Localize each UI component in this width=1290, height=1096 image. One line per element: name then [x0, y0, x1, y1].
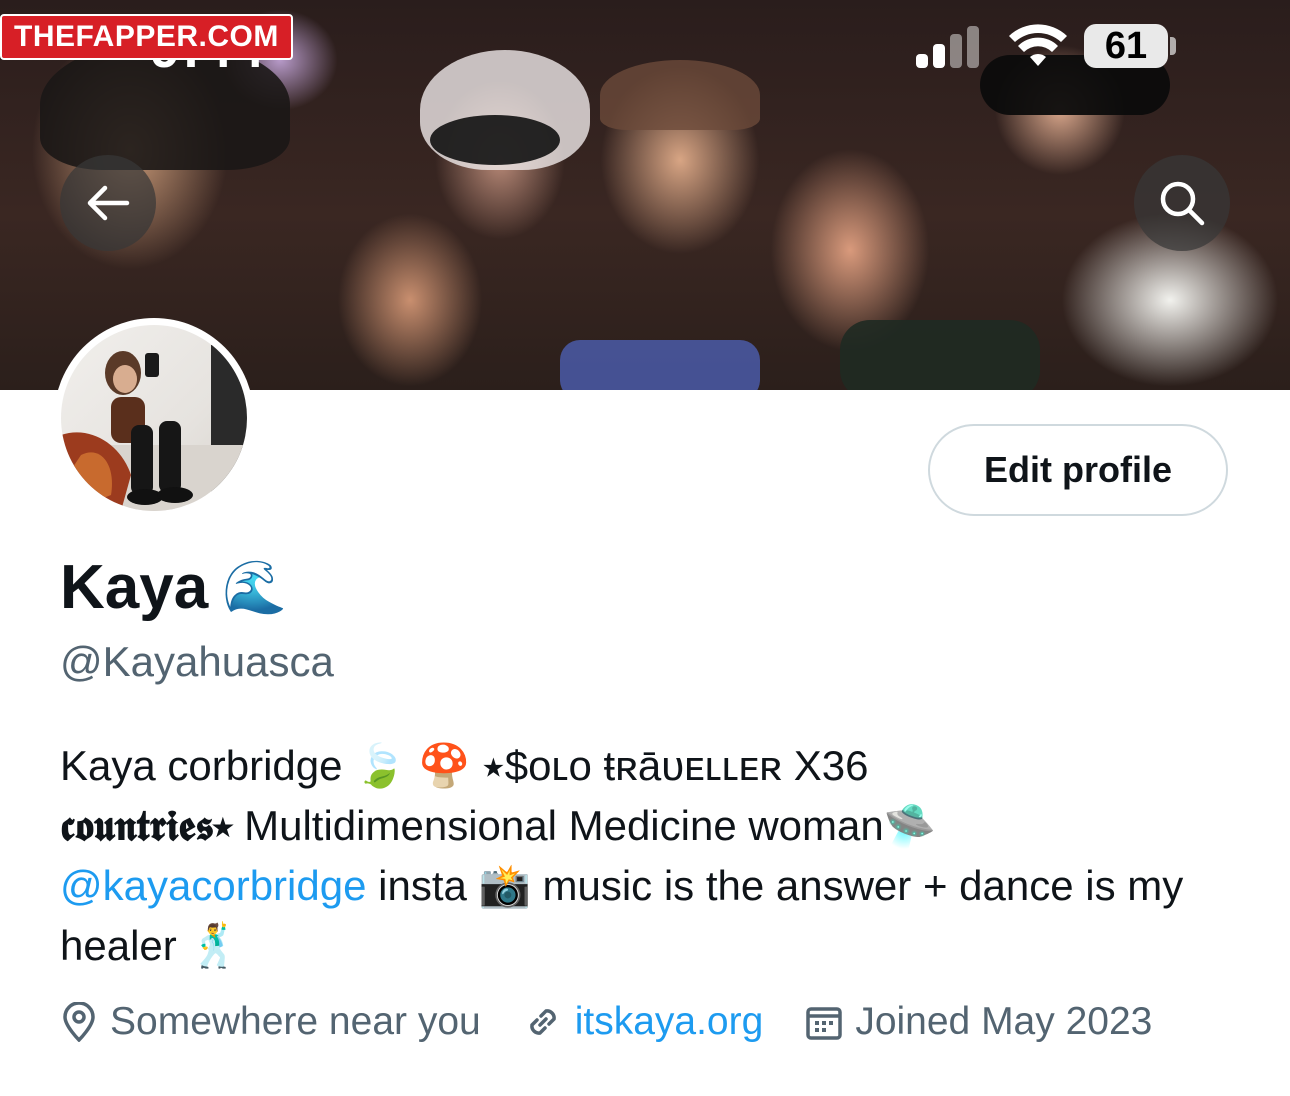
banner-photo-area — [840, 320, 1040, 390]
signal-icon — [916, 26, 982, 68]
bio-text: insta — [378, 862, 467, 909]
bio-text: Kaya corbridge — [60, 742, 343, 789]
joined-date-text: Joined May 2023 — [855, 1000, 1153, 1043]
wifi-icon — [1009, 24, 1067, 66]
display-name: Kaya 🌊 — [60, 552, 287, 623]
banner-photo-area — [600, 60, 760, 130]
website-item[interactable]: itskaya.org — [523, 1000, 764, 1044]
profile-meta-row: Somewhere near you itskaya.org Joined Ma… — [60, 1000, 1194, 1044]
battery-tip — [1170, 37, 1176, 55]
joined-item: Joined May 2023 — [805, 1000, 1152, 1044]
mushroom-emoji-icon: 🍄 — [418, 742, 471, 789]
banner-photo-area — [560, 340, 760, 390]
battery-indicator: 61 — [1084, 24, 1168, 68]
location-pin-icon — [63, 1002, 95, 1042]
profile-handle: @Kayahuasca — [60, 638, 334, 685]
profile-avatar[interactable] — [54, 318, 254, 518]
bio-styled-text: ⭑$ᴏʟᴏ ŧʀāᴜᴇʟʟᴇʀ — [482, 742, 783, 789]
search-icon — [1160, 181, 1205, 226]
watermark-logo: THEFAPPER.COM — [0, 14, 293, 60]
display-name-text: Kaya — [60, 553, 209, 622]
edit-profile-button[interactable]: Edit profile — [928, 424, 1228, 516]
link-icon — [529, 1009, 556, 1035]
camera-emoji-icon: 📸 — [478, 862, 531, 909]
ufo-emoji-icon: 🛸 — [883, 802, 937, 849]
calendar-icon — [806, 1007, 843, 1040]
location-item: Somewhere near you — [60, 1000, 481, 1044]
location-text: Somewhere near you — [110, 1000, 481, 1043]
arrow-left-icon — [87, 185, 130, 221]
back-button[interactable] — [60, 155, 156, 251]
avatar-photo — [61, 325, 247, 511]
banner-photo-area — [430, 115, 560, 165]
leaf-emoji-icon: 🍃 — [354, 742, 407, 789]
bio-text: Multidimensional Medicine woman — [244, 802, 884, 849]
bio-styled-text: 𝖈𝖔𝖚𝖓𝖙𝖗𝖎𝖊𝖘⭑ — [60, 801, 233, 850]
website-link[interactable]: itskaya.org — [575, 1000, 764, 1044]
wave-emoji-icon: 🌊 — [222, 559, 287, 617]
bio-mention-link[interactable]: @kayacorbridge — [60, 862, 366, 909]
dancer-emoji-icon: 🕺 — [188, 922, 241, 969]
bio-text: X36 — [793, 742, 869, 789]
search-button[interactable] — [1134, 155, 1230, 251]
profile-bio: Kaya corbridge 🍃 🍄 ⭑$ᴏʟᴏ ŧʀāᴜᴇʟʟᴇʀ X36 𝖈… — [60, 736, 1240, 976]
avatar-figure — [61, 345, 247, 511]
